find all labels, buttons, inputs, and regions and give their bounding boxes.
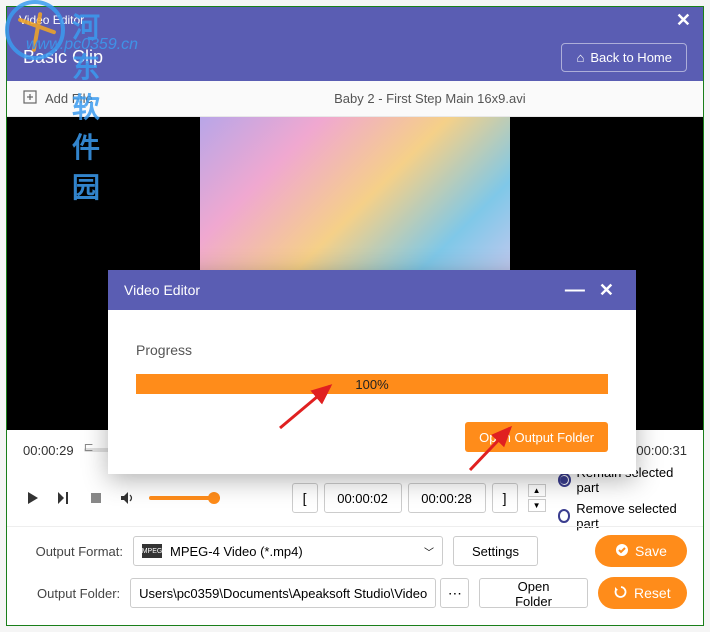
check-icon — [615, 543, 629, 560]
reset-icon — [614, 585, 628, 602]
output-folder-row: Output Folder: Users\pc0359\Documents\Ap… — [23, 577, 687, 609]
save-button[interactable]: Save — [595, 535, 687, 567]
open-output-folder-button[interactable]: Open Output Folder — [465, 422, 608, 452]
back-to-home-button[interactable]: ⌂ Back to Home — [561, 43, 687, 72]
output-folder-label: Output Folder: — [23, 586, 120, 601]
progress-dialog: Video Editor — ✕ Progress 100% Open Outp… — [108, 270, 636, 474]
trim-spin-up[interactable]: ▲ — [528, 484, 546, 497]
timeline-left-marker[interactable]: ⊏ — [84, 440, 94, 454]
radio-unchecked-icon — [558, 509, 571, 523]
play-button[interactable] — [23, 487, 42, 509]
volume-button[interactable] — [117, 487, 136, 509]
reset-button[interactable]: Reset — [598, 577, 687, 609]
progress-value: 100% — [355, 377, 388, 392]
dialog-body: Progress 100% Open Output Folder — [108, 310, 636, 474]
output-section: Output Format: MPEG MPEG-4 Video (*.mp4)… — [7, 526, 703, 625]
reset-label: Reset — [634, 585, 671, 601]
trim-start-time[interactable]: 00:00:02 — [324, 483, 402, 513]
radio-checked-icon — [558, 473, 571, 487]
home-icon: ⌂ — [576, 50, 584, 65]
progress-bar: 100% — [136, 374, 608, 394]
trim-controls: [ 00:00:02 00:00:28 ] ▲ ▼ — [292, 483, 546, 513]
add-file-button[interactable]: Add File — [23, 90, 93, 107]
titlebar: Video Editor ✕ — [7, 7, 703, 33]
selection-mode-radios: Remain selected part Remove selected par… — [558, 465, 687, 531]
volume-slider-thumb[interactable] — [208, 492, 220, 504]
window-close-button[interactable]: ✕ — [676, 10, 691, 31]
back-home-label: Back to Home — [590, 50, 672, 65]
open-folder-button[interactable]: Open Folder — [479, 578, 587, 608]
dialog-minimize-button[interactable]: — — [557, 279, 593, 302]
save-label: Save — [635, 543, 667, 559]
add-file-label: Add File — [45, 91, 93, 106]
current-file-name: Baby 2 - First Step Main 16x9.avi — [254, 91, 525, 106]
trim-start-bracket-button[interactable]: [ — [292, 483, 318, 513]
output-format-row: Output Format: MPEG MPEG-4 Video (*.mp4)… — [23, 535, 687, 567]
app-title: Video Editor — [19, 13, 84, 27]
timeline-end-time: 00:00:31 — [636, 443, 687, 458]
dialog-actions: Open Output Folder — [136, 422, 608, 452]
output-folder-input[interactable]: Users\pc0359\Documents\Apeaksoft Studio\… — [130, 578, 436, 608]
output-format-label: Output Format: — [23, 544, 123, 559]
dialog-title: Video Editor — [124, 282, 200, 298]
page-title: Basic Clip — [23, 47, 103, 68]
progress-label: Progress — [136, 342, 608, 358]
trim-spin-down[interactable]: ▼ — [528, 499, 546, 512]
settings-button[interactable]: Settings — [453, 536, 538, 566]
playback-controls: [ 00:00:02 00:00:28 ] ▲ ▼ Remain selecte… — [7, 470, 703, 526]
output-format-select[interactable]: MPEG MPEG-4 Video (*.mp4) ﹀ — [133, 536, 443, 566]
header: Basic Clip ⌂ Back to Home — [7, 33, 703, 81]
stop-button[interactable] — [86, 487, 105, 509]
output-folder-value: Users\pc0359\Documents\Apeaksoft Studio\… — [139, 586, 427, 601]
volume-slider[interactable] — [149, 496, 220, 500]
toolbar: Add File Baby 2 - First Step Main 16x9.a… — [7, 81, 703, 117]
timeline-start-time: 00:00:29 — [23, 443, 74, 458]
trim-end-time[interactable]: 00:00:28 — [408, 483, 486, 513]
trim-end-bracket-button[interactable]: ] — [492, 483, 518, 513]
output-format-value: MPEG-4 Video (*.mp4) — [170, 544, 303, 559]
browse-folder-button[interactable]: ⋯ — [440, 578, 469, 608]
dialog-titlebar: Video Editor — ✕ — [108, 270, 636, 310]
trim-spinner: ▲ ▼ — [528, 484, 546, 512]
chevron-down-icon: ﹀ — [424, 544, 434, 559]
step-forward-button[interactable] — [54, 487, 73, 509]
format-badge-icon: MPEG — [142, 544, 162, 558]
add-file-icon — [23, 90, 37, 107]
dialog-close-button[interactable]: ✕ — [593, 280, 620, 301]
